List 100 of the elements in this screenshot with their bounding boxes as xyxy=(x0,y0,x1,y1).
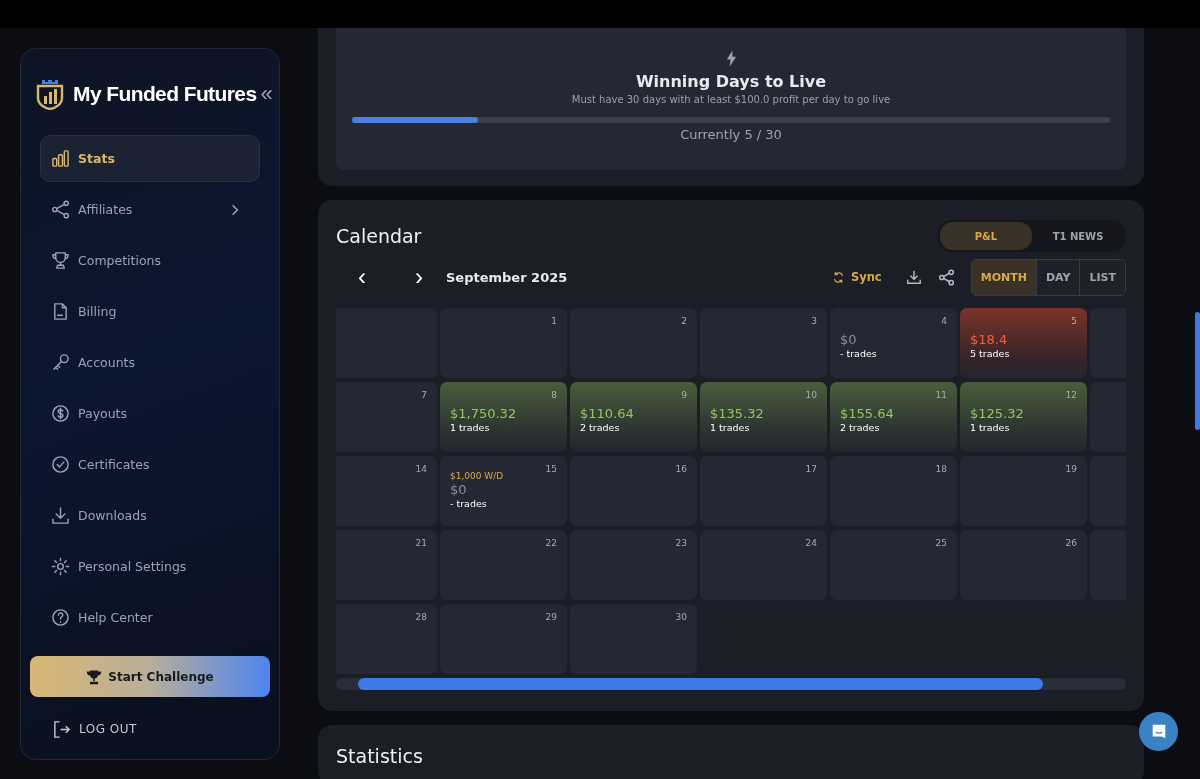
previous-month-button[interactable]: ‹ xyxy=(348,265,376,289)
calendar-day[interactable]: 3 xyxy=(700,308,827,378)
question-circle-icon xyxy=(51,608,70,627)
calendar-day[interactable]: 4 $0 - trades xyxy=(830,308,957,378)
calendar-day[interactable]: 16 xyxy=(570,456,697,526)
day-number: 26 xyxy=(1065,538,1077,548)
sidebar-item[interactable]: Billing xyxy=(40,288,260,335)
sidebar-item[interactable]: Personal Settings xyxy=(40,543,260,590)
sidebar-item[interactable]: Competitions xyxy=(40,237,260,284)
statistics-title: Statistics xyxy=(336,745,423,767)
next-month-button[interactable]: › xyxy=(405,265,433,289)
day-number: 16 xyxy=(675,464,687,474)
tab[interactable]: T1 NEWS xyxy=(1032,222,1124,250)
tab[interactable]: P&L xyxy=(940,222,1032,250)
day-number: 9 xyxy=(681,390,687,400)
scrollbar-thumb[interactable] xyxy=(1195,312,1200,430)
pnl-amount: $125.32 xyxy=(970,406,1025,421)
calendar-day[interactable]: 12 $125.32 1 trades xyxy=(960,382,1087,452)
sidebar-item[interactable]: Downloads xyxy=(40,492,260,539)
calendar-day[interactable]: 26 xyxy=(960,530,1087,600)
sidebar-item[interactable]: Payouts xyxy=(40,390,260,437)
day-number: 2 xyxy=(681,316,687,326)
calendar-day[interactable]: 10 $135.32 1 trades xyxy=(700,382,827,452)
calendar-day[interactable]: 5 $18.4 5 trades xyxy=(960,308,1087,378)
trade-count: 1 trades xyxy=(710,422,751,433)
start-challenge-button[interactable]: Start Challenge xyxy=(30,656,270,697)
day-number: 1 xyxy=(551,316,557,326)
share-icon[interactable] xyxy=(937,268,955,286)
calendar-day[interactable]: 2 xyxy=(570,308,697,378)
sidebar-item[interactable]: Affiliates xyxy=(40,186,260,233)
trade-count: 2 trades xyxy=(840,422,881,433)
day-number: 29 xyxy=(545,612,557,622)
day-number: 18 xyxy=(935,464,947,474)
calendar-day[interactable]: 21 xyxy=(336,530,437,600)
day-number: 10 xyxy=(805,390,817,400)
document-icon xyxy=(51,302,70,321)
trade-count: 2 trades xyxy=(580,422,621,433)
pnl-amount: $1,750.32 xyxy=(450,406,518,421)
calendar-day[interactable]: 14 xyxy=(336,456,437,526)
logout-icon xyxy=(52,719,71,739)
sidebar-item[interactable]: Certificates xyxy=(40,441,260,488)
pnl-amount: $110.64 xyxy=(580,406,635,421)
calendar-day[interactable]: 22 xyxy=(440,530,567,600)
trade-count: 1 trades xyxy=(450,422,491,433)
scrollbar-thumb[interactable] xyxy=(358,678,1043,690)
day-number: 14 xyxy=(415,464,427,474)
calendar-title: Calendar xyxy=(336,225,422,247)
day-number: 25 xyxy=(935,538,947,548)
brand-name: My Funded Futures xyxy=(73,82,257,106)
day-number: 22 xyxy=(545,538,557,548)
day-number: 23 xyxy=(675,538,687,548)
chat-button[interactable] xyxy=(1139,712,1178,751)
sync-icon xyxy=(831,270,845,284)
view-tab[interactable]: LIST xyxy=(1079,259,1125,295)
sidebar-item[interactable]: Accounts xyxy=(40,339,260,386)
progress-text: Currently 5 / 30 xyxy=(680,127,782,142)
sidebar-item[interactable]: Stats xyxy=(40,135,260,182)
calendar-day[interactable]: 15 $1,000 W/D $0 - trades xyxy=(440,456,567,526)
calendar-day[interactable]: 23 xyxy=(570,530,697,600)
logout-button[interactable]: LOG OUT xyxy=(30,711,270,747)
trade-count: - trades xyxy=(840,348,878,359)
calendar-day[interactable]: 19 xyxy=(960,456,1087,526)
calendar-day[interactable]: 8 $1,750.32 1 trades xyxy=(440,382,567,452)
calendar-day[interactable]: 18 xyxy=(830,456,957,526)
sync-button[interactable]: Sync xyxy=(825,269,888,285)
trophy-icon xyxy=(86,668,103,685)
day-number: 12 xyxy=(1065,390,1077,400)
trade-count: - trades xyxy=(450,498,488,509)
sidebar-item[interactable]: Help Center xyxy=(40,594,260,641)
calendar-day[interactable]: 9 $110.64 2 trades xyxy=(570,382,697,452)
calendar-day[interactable]: 24 xyxy=(700,530,827,600)
day-number: 30 xyxy=(675,612,687,622)
view-tab[interactable]: MONTH xyxy=(971,259,1036,295)
day-number: 11 xyxy=(935,390,947,400)
day-number: 3 xyxy=(811,316,817,326)
day-number: 17 xyxy=(805,464,817,474)
day-number: 8 xyxy=(551,390,557,400)
share-icon xyxy=(51,200,70,219)
gear-icon xyxy=(51,557,70,576)
day-number: 15 xyxy=(545,464,557,474)
day-number: 21 xyxy=(415,538,427,548)
trade-count: 5 trades xyxy=(970,348,1011,359)
calendar-day[interactable]: 11 $155.64 2 trades xyxy=(830,382,957,452)
collapse-button[interactable]: « xyxy=(256,83,277,105)
calendar-day[interactable]: 17 xyxy=(700,456,827,526)
calendar-day[interactable]: 1 xyxy=(440,308,567,378)
check-circle-icon xyxy=(51,455,70,474)
month-title: September 2025 xyxy=(446,269,568,285)
pnl-amount: $155.64 xyxy=(840,406,895,421)
day-number: 7 xyxy=(421,390,427,400)
calendar-day[interactable]: 29 xyxy=(440,604,567,674)
calendar-day[interactable]: 28 xyxy=(336,604,437,674)
day-number: 28 xyxy=(415,612,427,622)
download-icon[interactable] xyxy=(905,269,922,285)
calendar-day[interactable]: 30 xyxy=(570,604,697,674)
day-number: 4 xyxy=(941,316,947,326)
day-number: 19 xyxy=(1065,464,1077,474)
calendar-day[interactable]: 7 xyxy=(336,382,437,452)
calendar-day[interactable]: 25 xyxy=(830,530,957,600)
pnl-amount: $18.4 xyxy=(970,332,1009,347)
